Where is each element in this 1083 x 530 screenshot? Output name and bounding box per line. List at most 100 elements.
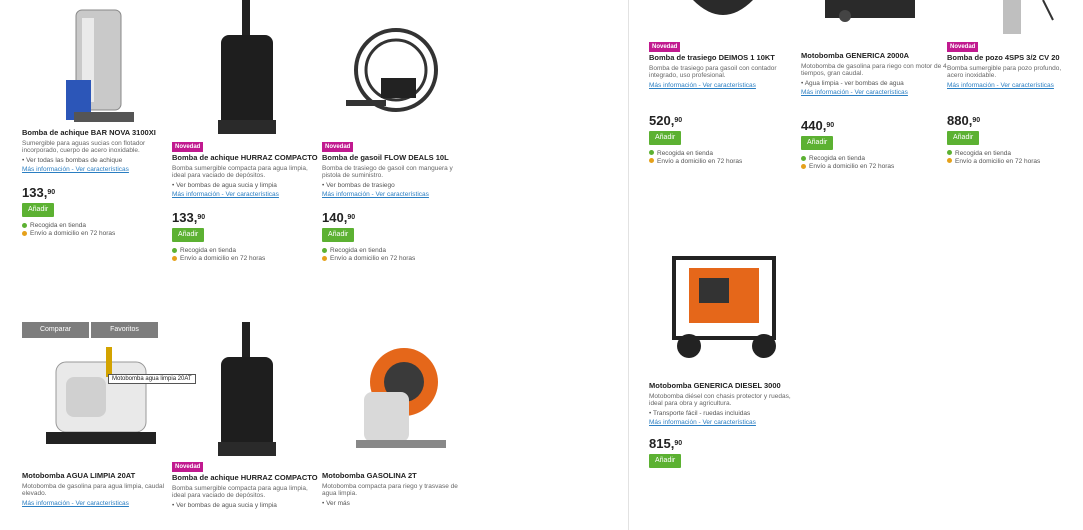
product-card[interactable]: Novedad Bomba de pozo 4SPS 3/2 CV 20 Bom…: [947, 0, 1079, 166]
product-title[interactable]: Motobomba GENERICA 2000A: [801, 52, 949, 61]
product-desc: Bomba sumergible compacta para agua limp…: [172, 164, 308, 180]
product-bullet: • Ver bombas de agua sucia y limpia: [172, 501, 277, 509]
product-image[interactable]: [336, 0, 456, 138]
stock-store: Recogida en tienda: [172, 247, 320, 255]
product-title[interactable]: Motobomba GASOLINA 2T: [322, 472, 470, 481]
product-card[interactable]: Motobomba AGUA LIMPIA 20AT Motobomba de …: [22, 322, 170, 510]
stock-delivery: Envío a domicilio en 72 horas: [801, 163, 949, 171]
transfer-pump-icon: [346, 28, 438, 112]
submersible-pump-icon: [218, 322, 276, 456]
stock-delivery: Envío a domicilio en 72 horas: [947, 158, 1079, 166]
status-dot-icon: [172, 255, 177, 261]
add-to-cart-button[interactable]: Añadir: [22, 203, 55, 217]
product-bullet: • Ver bombas de trasiego: [322, 181, 395, 189]
product-card[interactable]: Motobomba GASOLINA 2T Motobomba compacta…: [322, 322, 470, 507]
product-desc: Motobomba de gasolina para agua limpia, …: [22, 482, 165, 498]
add-to-cart-button[interactable]: Añadir: [649, 130, 682, 145]
product-title[interactable]: Bomba de gasoil FLOW DEALS 10L: [322, 154, 470, 163]
motor-pump-icon: [825, 0, 915, 22]
product-bullet: • Ver bombas de agua sucia y limpia: [172, 181, 277, 189]
status-dot-icon: [947, 150, 952, 156]
product-image[interactable]: [953, 0, 1073, 38]
product-card[interactable]: Bomba de achique BAR NOVA 3100XI Sumergi…: [22, 0, 170, 238]
product-card[interactable]: Novedad Bomba de achique HURRAZ COMPACTO…: [172, 0, 320, 263]
product-image[interactable]: [186, 0, 306, 138]
product-title[interactable]: Bomba de trasiego DEIMOS 1 10KT: [649, 54, 797, 63]
more-info-link[interactable]: Más información - Ver características: [649, 82, 797, 90]
status-dot-icon: [22, 230, 27, 236]
stock-delivery: Envío a domicilio en 72 horas: [649, 158, 797, 166]
product-grid-left: Bomba de achique BAR NOVA 3100XI Sumergi…: [0, 0, 470, 530]
gas-pump-icon: [356, 348, 446, 448]
more-info-link[interactable]: Más información - Ver características: [322, 191, 470, 199]
add-to-cart-button[interactable]: Añadir: [649, 454, 682, 468]
status-dot-icon: [801, 163, 806, 169]
water-motor-pump-icon: [46, 347, 156, 444]
product-title[interactable]: Motobomba GENERICA DIESEL 3000: [649, 382, 799, 391]
more-info-link[interactable]: Más información - Ver características: [22, 166, 170, 174]
product-desc: Motobomba compacta para riego y trasvase…: [322, 482, 458, 498]
stock-store: Recogida en tienda: [801, 155, 949, 163]
product-desc: Bomba de trasiego de gasoil con manguera…: [322, 164, 453, 180]
product-image[interactable]: [336, 322, 456, 468]
product-price: 520,90: [649, 112, 683, 128]
product-price: 140,90: [322, 210, 356, 225]
add-to-cart-button[interactable]: Añadir: [801, 136, 834, 150]
diesel-pump-icon: [672, 256, 776, 358]
well-pump-icon: [1003, 0, 1054, 34]
product-bullet: • Agua limpia - ver bombas de agua: [801, 79, 904, 87]
stock-delivery: Envío a domicilio en 72 horas: [322, 255, 470, 263]
steel-pump-icon: [66, 9, 134, 122]
product-card[interactable]: Novedad Bomba de gasoil FLOW DEALS 10L B…: [322, 0, 470, 263]
product-card[interactable]: Motobomba GENERICA 2000A Motobomba de ga…: [801, 0, 949, 171]
image-tooltip: Motobomba agua limpia 20AT: [108, 374, 196, 384]
tank-pump-icon: [693, 0, 753, 15]
stock-delivery: Envío a domicilio en 72 horas: [172, 255, 320, 263]
product-image[interactable]: [815, 0, 935, 48]
more-info-link[interactable]: Más información - Ver características: [649, 419, 799, 427]
product-hover-actions: Comparar Favoritos: [22, 322, 158, 338]
product-desc: Motobomba diésel con chasis protector y …: [649, 392, 791, 408]
product-title[interactable]: Bomba de pozo 4SPS 3/2 CV 20: [947, 54, 1079, 63]
status-dot-icon: [322, 247, 327, 253]
more-info-link[interactable]: Más información - Ver características: [172, 191, 320, 199]
product-image[interactable]: [36, 0, 156, 125]
product-card[interactable]: Novedad Bomba de achique HURRAZ COMPACTO…: [172, 322, 320, 509]
more-info-link[interactable]: Más información - Ver características: [22, 500, 170, 508]
product-bullet: • Transporte fácil - ruedas incluidas: [649, 409, 751, 417]
new-badge: Novedad: [649, 42, 681, 52]
status-dot-icon: [172, 247, 177, 253]
new-badge: Novedad: [947, 42, 979, 52]
product-image[interactable]: [36, 322, 156, 468]
more-info-link[interactable]: Más información - Ver características: [947, 82, 1079, 90]
product-title[interactable]: Bomba de achique HURRAZ COMPACTO: [172, 154, 320, 163]
stock-store: Recogida en tienda: [649, 150, 797, 158]
product-card[interactable]: Novedad Bomba de trasiego DEIMOS 1 10KT …: [649, 0, 797, 166]
product-price: 133,90: [172, 210, 206, 225]
product-bullet: • Ver más: [322, 499, 350, 507]
product-desc: Bomba de trasiego para gasoil con contad…: [649, 64, 777, 80]
product-title[interactable]: Motobomba AGUA LIMPIA 20AT: [22, 472, 170, 481]
stock-delivery: Envío a domicilio en 72 horas: [22, 230, 170, 238]
product-title[interactable]: Bomba de achique HURRAZ COMPACTO: [172, 474, 320, 483]
product-card[interactable]: Motobomba GENERICA DIESEL 3000 Motobomba…: [649, 228, 799, 473]
add-to-cart-button[interactable]: Añadir: [947, 130, 980, 145]
compare-button[interactable]: Comparar: [22, 322, 89, 338]
favorites-button[interactable]: Favoritos: [91, 322, 158, 338]
product-price: 440,90: [801, 118, 835, 133]
stock-store: Recogida en tienda: [22, 222, 170, 230]
add-to-cart-button[interactable]: Añadir: [172, 228, 205, 242]
more-info-link[interactable]: Más información - Ver características: [801, 89, 949, 97]
submersible-pump-icon: [218, 0, 276, 134]
new-badge: Novedad: [322, 142, 354, 152]
product-image[interactable]: [654, 228, 794, 378]
add-to-cart-button[interactable]: Añadir: [322, 228, 355, 242]
product-image[interactable]: [186, 322, 306, 458]
status-dot-icon: [22, 222, 27, 228]
status-dot-icon: [322, 255, 327, 261]
status-dot-icon: [649, 150, 654, 156]
product-image[interactable]: [663, 0, 783, 38]
product-desc: Bomba sumergible para pozo profundo, ace…: [947, 64, 1062, 80]
product-grid-right: Novedad Bomba de trasiego DEIMOS 1 10KT …: [628, 0, 1083, 530]
product-price: 815,90: [649, 436, 683, 451]
